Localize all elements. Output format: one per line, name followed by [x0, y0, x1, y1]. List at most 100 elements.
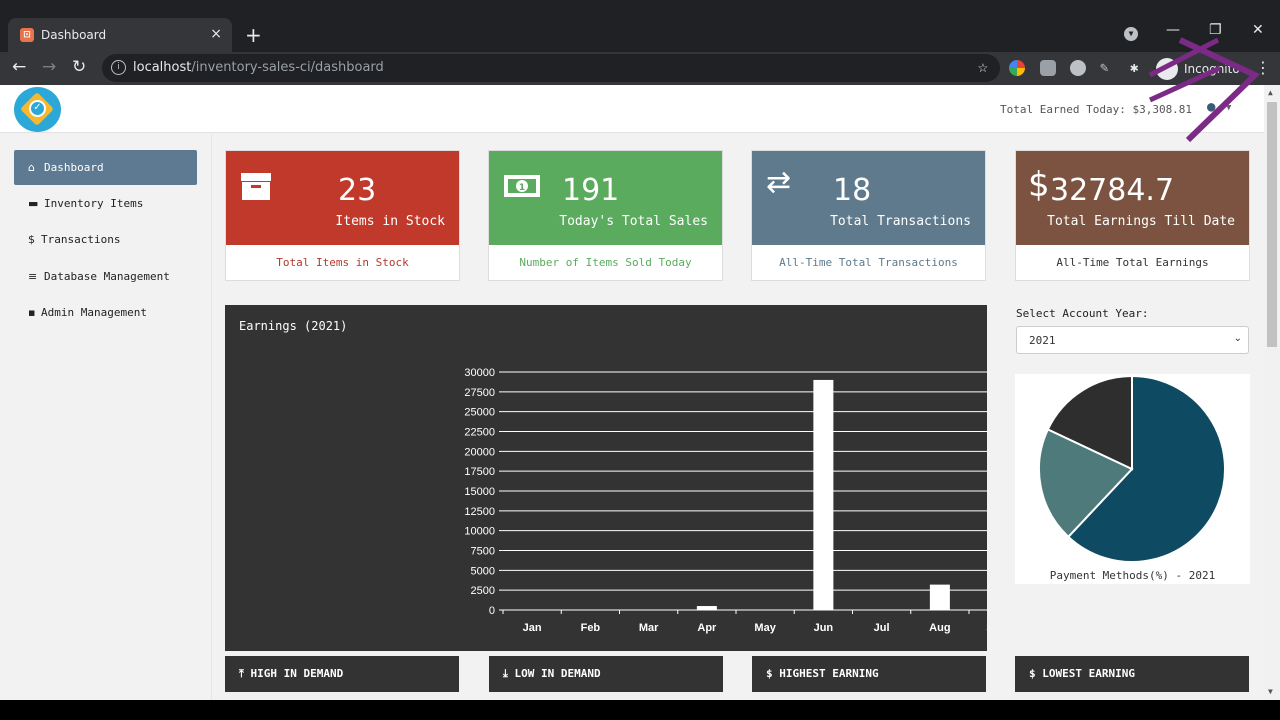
address-bar[interactable]: i localhost/inventory-sales-ci/dashboard…: [102, 54, 1000, 82]
dollar-icon: $: [766, 667, 773, 680]
app-header: ✓ Total Earned Today: $3,308.81 ● ▼: [0, 85, 1264, 133]
archive-icon: ▬: [28, 197, 39, 210]
chevron-down-icon: ⌄: [1233, 333, 1242, 344]
x-tick-label: Aug: [929, 622, 950, 634]
scroll-up-icon[interactable]: ▲: [1268, 88, 1273, 97]
watermark-logo: [1148, 37, 1261, 143]
favicon-icon: ⊡: [20, 28, 34, 42]
scroll-down-icon[interactable]: ▼: [1268, 687, 1273, 696]
tab-close-icon[interactable]: ×: [210, 26, 222, 42]
x-tick-label: May: [754, 622, 776, 634]
earnings-chart: Earnings (2021) 0 2500 5000 7500 10000 12500 1…: [225, 305, 987, 651]
forward-button[interactable]: →: [42, 57, 56, 77]
stat-value: 32784.7: [1050, 173, 1175, 208]
tab-search-icon[interactable]: ▼: [1124, 27, 1138, 41]
y-tick-label: 27500: [464, 387, 495, 399]
y-tick-label: 5000: [471, 565, 495, 577]
stat-card-header: 1 191 Today's Total Sales: [489, 151, 722, 245]
stat-value: 23: [338, 173, 377, 208]
extension-icon[interactable]: [1070, 60, 1086, 76]
pen-icon[interactable]: ✎: [1100, 60, 1116, 76]
x-tick-label: Feb: [581, 622, 601, 634]
stat-card-header: 23 Items in Stock: [226, 151, 459, 245]
stat-caption: Total Earnings Till Date: [1047, 214, 1235, 229]
y-tick-label: 12500: [464, 506, 495, 518]
dollar-icon: $: [1028, 165, 1050, 205]
stat-value: 18: [833, 173, 872, 208]
app-logo[interactable]: ✓: [14, 87, 61, 132]
stat-card-header: $ 32784.7 Total Earnings Till Date: [1016, 151, 1249, 245]
scrollbar-thumb[interactable]: [1267, 102, 1277, 347]
panel-low-in-demand: ⤓ LOW IN DEMAND: [489, 656, 723, 692]
y-tick-label: 10000: [464, 526, 495, 538]
info-icon[interactable]: i: [111, 60, 126, 75]
home-icon: ⌂: [28, 161, 35, 174]
x-tick-label: Jun: [814, 622, 834, 634]
stat-footer: All-Time Total Transactions: [779, 256, 958, 269]
y-tick-label: 20000: [464, 446, 495, 458]
x-tick-label: Apr: [697, 622, 717, 634]
payment-methods-pie: Payment Methods(%) - 2021: [1015, 374, 1250, 584]
panel-lowest-earning: $ LOWEST EARNING: [1015, 656, 1249, 692]
stat-caption: Today's Total Sales: [559, 214, 708, 229]
browser-tab-bar: ⊡ Dashboard × + ▼ — ❐ ✕: [0, 0, 1280, 52]
page-scrollbar[interactable]: ▲ ▼: [1264, 85, 1280, 700]
browser-tab[interactable]: ⊡ Dashboard ×: [8, 18, 232, 52]
y-tick-label: 22500: [464, 427, 495, 439]
bookmark-star-icon[interactable]: ☆: [978, 57, 988, 77]
stat-card-items-in-stock: 23 Items in Stock Total Items in Stock: [225, 150, 460, 281]
back-button[interactable]: ←: [12, 57, 26, 77]
stat-footer: Number of Items Sold Today: [519, 256, 692, 269]
svg-text:1: 1: [519, 183, 525, 193]
camera-icon[interactable]: [1040, 60, 1056, 76]
sidebar-item-admin[interactable]: ▪ Admin Management: [14, 295, 197, 330]
stat-footer: Total Items in Stock: [276, 256, 409, 269]
y-tick-label: 15000: [464, 486, 495, 498]
y-tick-label: 25000: [464, 407, 495, 419]
earnings-bar-chart: 0 2500 5000 7500 10000 12500 15000 17500 20000 22…: [464, 367, 987, 634]
sidebar-item-inventory[interactable]: ▬ Inventory Items: [14, 186, 197, 221]
dollar-icon: $: [28, 233, 35, 246]
dollar-icon: $: [1029, 667, 1036, 680]
x-tick-label: Mar: [639, 622, 659, 634]
exchange-icon: ⇄: [766, 165, 792, 200]
stat-caption: Total Transactions: [830, 214, 971, 229]
reload-button[interactable]: ↻: [72, 57, 86, 77]
bar-jun[interactable]: [813, 379, 834, 610]
x-tick-label: Sept: [986, 622, 987, 634]
browser-toolbar: ← → ↻ i localhost/inventory-sales-ci/das…: [0, 52, 1280, 85]
bar-aug[interactable]: [929, 584, 950, 610]
y-tick-label: 7500: [471, 546, 495, 558]
sidebar-item-database[interactable]: ≡ Database Management: [14, 259, 197, 294]
sidebar-item-transactions[interactable]: $ Transactions: [14, 222, 197, 257]
year-select[interactable]: 2021 ⌄: [1016, 326, 1249, 354]
y-tick-label: 2500: [471, 585, 495, 597]
pie-caption: Payment Methods(%) - 2021: [1049, 569, 1216, 582]
arrow-down-icon: ⤓: [503, 667, 508, 680]
y-tick-label: 0: [489, 605, 495, 617]
page: ✓ Total Earned Today: $3,308.81 ● ▼ ⌂ Da…: [0, 85, 1264, 700]
stat-footer: All-Time Total Earnings: [1056, 256, 1209, 269]
stat-value: 191: [562, 173, 620, 208]
sidebar-item-dashboard[interactable]: ⌂ Dashboard: [14, 150, 197, 185]
stat-card-total-transactions: ⇄ 18 Total Transactions All-Time Total T…: [751, 150, 986, 281]
pie-chart: [1038, 374, 1226, 563]
new-tab-button[interactable]: +: [245, 23, 262, 47]
y-tick-label: 30000: [464, 367, 495, 379]
arrow-up-icon: ⤒: [239, 667, 244, 680]
archive-icon: [240, 171, 272, 207]
stat-card-total-earnings: $ 32784.7 Total Earnings Till Date All-T…: [1015, 150, 1250, 281]
x-tick-label: Jan: [523, 622, 542, 634]
stat-card-todays-sales: 1 191 Today's Total Sales Number of Item…: [488, 150, 723, 281]
panel-high-in-demand: ⤒ HIGH IN DEMAND: [225, 656, 459, 692]
panel-highest-earning: $ HIGHEST EARNING: [752, 656, 986, 692]
stat-card-header: ⇄ 18 Total Transactions: [752, 151, 985, 245]
bar-apr[interactable]: [696, 606, 717, 610]
url-text[interactable]: localhost/inventory-sales-ci/dashboard: [133, 60, 384, 75]
extension-color-icon[interactable]: [1009, 60, 1025, 76]
year-select-label: Select Account Year:: [1016, 307, 1149, 320]
sidebar: ⌂ Dashboard ▬ Inventory Items $ Transact…: [0, 134, 212, 700]
stat-caption: Items in Stock: [335, 214, 445, 229]
lock-icon: ▪: [28, 306, 36, 319]
screen-bottom-bar: [0, 700, 1280, 720]
